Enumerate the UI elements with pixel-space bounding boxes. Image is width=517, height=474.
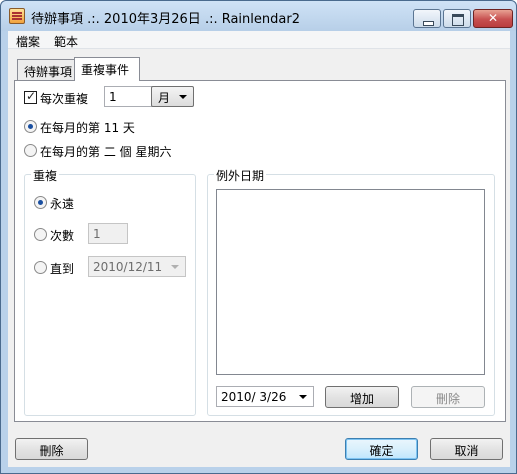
exception-dates-title: 例外日期: [214, 167, 267, 184]
chevron-down-icon: [179, 95, 187, 99]
weekday-of-month-label: 在每月的第 二 個 星期六: [40, 145, 172, 159]
repeat-unit-dropdown[interactable]: 月: [151, 86, 194, 107]
repeat-until-date-picker[interactable]: 2010/12/11: [88, 256, 186, 277]
dialog-client: 檔案 範本 待辦事項 重複事件 每次重複 1 月 在每月的第 11 天 在每月的…: [8, 31, 510, 467]
app-calendar-icon: [9, 8, 25, 24]
repeat-unit-value: 月: [158, 91, 171, 105]
chevron-down-icon: [171, 265, 179, 269]
repeat-count-label: 次數: [50, 229, 75, 243]
tab-recurrence[interactable]: 重複事件: [74, 57, 140, 81]
repeat-group-title: 重複: [31, 167, 60, 184]
maximize-button[interactable]: [443, 9, 471, 28]
dialog-window: 待辦事項 .:. 2010年3月26日 .:. Rainlendar2 檔案 範…: [0, 0, 517, 474]
cancel-button[interactable]: 取消: [430, 438, 503, 460]
exception-date-picker[interactable]: 2010/ 3/26: [216, 386, 314, 407]
day-of-month-label: 在每月的第 11 天: [40, 121, 135, 135]
repeat-count-radio[interactable]: [34, 228, 47, 241]
recurrence-panel: 每次重複 1 月 在每月的第 11 天 在每月的第 二 個 星期六 重複 永遠 …: [14, 80, 506, 422]
title-bar[interactable]: 待辦事項 .:. 2010年3月26日 .:. Rainlendar2: [1, 1, 516, 31]
delete-button[interactable]: 刪除: [15, 438, 88, 460]
repeat-until-date-value: 2010/12/11: [93, 260, 163, 274]
day-of-month-radio[interactable]: [24, 120, 37, 133]
repeat-forever-radio[interactable]: [34, 196, 47, 209]
weekday-of-month-radio[interactable]: [24, 144, 37, 157]
add-exception-button[interactable]: 增加: [325, 386, 399, 408]
repeat-every-label: 每次重複: [40, 92, 89, 106]
minimize-button[interactable]: [413, 9, 441, 28]
menu-file[interactable]: 檔案: [16, 33, 40, 50]
menu-template[interactable]: 範本: [54, 33, 78, 50]
repeat-forever-label: 永遠: [50, 197, 75, 211]
chevron-down-icon: [299, 395, 307, 399]
remove-exception-button[interactable]: 刪除: [411, 386, 485, 408]
exception-date-value: 2010/ 3/26: [221, 390, 287, 404]
exception-dates-list[interactable]: [216, 189, 485, 375]
repeat-every-checkbox[interactable]: [24, 89, 37, 104]
repeat-interval-input[interactable]: 1: [104, 86, 154, 107]
exception-dates-group: 例外日期 2010/ 3/26 增加 刪除: [207, 167, 495, 416]
repeat-group: 重複 永遠 次數 1 直到 2010/12/11: [24, 167, 196, 416]
repeat-until-label: 直到: [50, 262, 75, 276]
tab-todo[interactable]: 待辦事項: [17, 59, 75, 80]
repeat-until-radio[interactable]: [34, 261, 47, 274]
menu-bar: 檔案 範本: [8, 31, 510, 49]
repeat-count-input[interactable]: 1: [88, 223, 128, 244]
ok-button[interactable]: 確定: [345, 438, 418, 460]
close-button[interactable]: [473, 9, 513, 28]
window-title: 待辦事項 .:. 2010年3月26日 .:. Rainlendar2: [31, 12, 300, 27]
